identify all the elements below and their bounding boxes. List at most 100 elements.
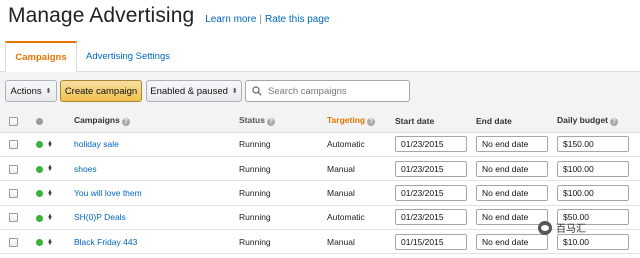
status-filter-label: Enabled & paused [150, 85, 228, 97]
targeting-header[interactable]: Targeting? [327, 110, 395, 133]
end-date-field[interactable]: No end date [476, 136, 548, 153]
page-title: Manage Advertising [8, 4, 195, 27]
row-select-cell [0, 156, 30, 182]
end-date-cell: No end date [476, 132, 557, 157]
sort-icon: ▲ ▼ [47, 213, 53, 223]
row-checkbox[interactable] [9, 189, 18, 199]
select-all-checkbox[interactable] [9, 116, 18, 126]
row-checkbox[interactable] [9, 237, 18, 247]
row-state-cell[interactable]: ▲ ▼ [30, 132, 74, 157]
state-header [30, 110, 74, 133]
start-date-field[interactable]: 01/23/2015 [395, 136, 467, 153]
tab-advertising-settings[interactable]: Advertising Settings [78, 41, 178, 72]
targeting-cell: Manual [327, 156, 395, 182]
campaigns-header[interactable]: Campaigns? [74, 110, 239, 133]
tab-campaigns[interactable]: Campaigns [5, 41, 77, 73]
campaign-name-link[interactable]: Black Friday 443 [74, 237, 137, 247]
table-header-row: Campaigns? Status? Targeting? Start date… [0, 110, 640, 133]
row-select-cell [0, 229, 30, 255]
rate-page-link[interactable]: Rate this page [265, 14, 330, 25]
help-icon[interactable]: ? [121, 118, 130, 127]
campaigns-header-label: Campaigns [74, 115, 120, 126]
select-all-cell [0, 110, 30, 133]
status-cell: Running [239, 180, 327, 206]
actions-dropdown[interactable]: Actions ⬍ [5, 80, 57, 102]
campaign-name-cell: You will love them [74, 180, 239, 206]
status-dot-icon [36, 214, 43, 222]
help-icon[interactable]: ? [266, 118, 275, 127]
row-state-cell[interactable]: ▲ ▼ [30, 205, 74, 231]
status-cell: Running [239, 132, 327, 157]
row-checkbox[interactable] [9, 213, 18, 223]
status-dot-icon [36, 118, 43, 125]
end-date-header[interactable]: End date [476, 110, 557, 133]
status-dot-icon [36, 190, 43, 198]
status-cell: Running [239, 229, 327, 255]
start-date-cell: 01/23/2015 [395, 132, 476, 157]
end-date-cell: No end date [476, 156, 557, 182]
header-links: Learn more | Rate this page [205, 14, 329, 25]
start-date-cell: 01/23/2015 [395, 180, 476, 206]
search-box[interactable] [245, 80, 410, 102]
targeting-cell: Manual [327, 180, 395, 206]
up-down-caret-icon: ⬍ [45, 88, 52, 95]
campaign-name-link[interactable]: You will love them [74, 188, 142, 198]
targeting-cell: Manual [327, 229, 395, 255]
start-date-field[interactable]: 01/15/2015 [395, 233, 467, 250]
help-icon[interactable]: ? [367, 118, 376, 127]
sort-icon: ▲ ▼ [47, 139, 53, 149]
toolbar: Actions ⬍ Create campaign Enabled & pause… [0, 72, 640, 110]
daily-budget-header-label: Daily budget [557, 115, 609, 126]
search-input[interactable] [268, 85, 403, 97]
end-date-cell: No end date [476, 180, 557, 206]
campaign-name-cell: SH(0)P Deals [74, 205, 239, 231]
start-date-field[interactable]: 01/23/2015 [395, 160, 467, 177]
targeting-header-label: Targeting [327, 115, 366, 126]
targeting-cell: Automatic [327, 132, 395, 157]
status-header-label: Status [239, 115, 265, 126]
campaign-name-link[interactable]: holiday sale [74, 139, 119, 149]
search-icon [252, 86, 262, 96]
help-icon[interactable]: ? [610, 118, 619, 127]
end-date-field[interactable]: No end date [476, 160, 548, 177]
start-date-field[interactable]: 01/23/2015 [395, 184, 467, 201]
campaign-name-cell: holiday sale [74, 132, 239, 157]
start-date-field[interactable]: 01/23/2015 [395, 209, 467, 226]
actions-label: Actions [10, 85, 42, 97]
daily-budget-field[interactable]: $10.00 [557, 233, 629, 250]
daily-budget-field[interactable]: $100.00 [557, 184, 629, 201]
campaign-name-cell: Black Friday 443 [74, 229, 239, 255]
row-checkbox[interactable] [9, 140, 18, 150]
row-select-cell [0, 180, 30, 206]
end-date-header-label: End date [476, 115, 512, 126]
tab-bar: Campaigns Advertising Settings [0, 41, 640, 73]
start-date-header[interactable]: Start date [395, 110, 476, 133]
status-cell: Running [239, 205, 327, 231]
row-state-cell[interactable]: ▲ ▼ [30, 180, 74, 206]
table-row: ▲ ▼ holiday sale Running Automatic 01/23/… [0, 132, 640, 157]
row-state-cell[interactable]: ▲ ▼ [30, 229, 74, 255]
sort-icon: ▲ ▼ [47, 164, 53, 174]
status-cell: Running [239, 156, 327, 182]
status-filter-dropdown[interactable]: Enabled & paused ⬍ [146, 80, 242, 102]
row-checkbox[interactable] [9, 164, 18, 174]
sort-icon: ▲ ▼ [47, 237, 53, 247]
learn-more-link[interactable]: Learn more [205, 14, 256, 25]
budget-cell: $100.00 [557, 180, 640, 206]
create-campaign-button[interactable]: Create campaign [60, 80, 142, 102]
create-campaign-label: Create campaign [64, 85, 138, 97]
status-dot-icon [36, 165, 43, 173]
daily-budget-field[interactable]: $100.00 [557, 160, 629, 177]
campaign-name-link[interactable]: SH(0)P Deals [74, 212, 126, 222]
daily-budget-field[interactable]: $150.00 [557, 136, 629, 153]
end-date-field[interactable]: No end date [476, 233, 548, 250]
daily-budget-header[interactable]: Daily budget? [557, 110, 640, 133]
row-state-cell[interactable]: ▲ ▼ [30, 156, 74, 182]
campaign-name-link[interactable]: shoes [74, 164, 97, 174]
start-date-header-label: Start date [395, 115, 435, 126]
end-date-field[interactable]: No end date [476, 184, 548, 201]
start-date-cell: 01/23/2015 [395, 205, 476, 231]
status-header[interactable]: Status? [239, 110, 327, 133]
wechat-logo-icon [538, 220, 552, 235]
start-date-cell: 01/15/2015 [395, 229, 476, 255]
